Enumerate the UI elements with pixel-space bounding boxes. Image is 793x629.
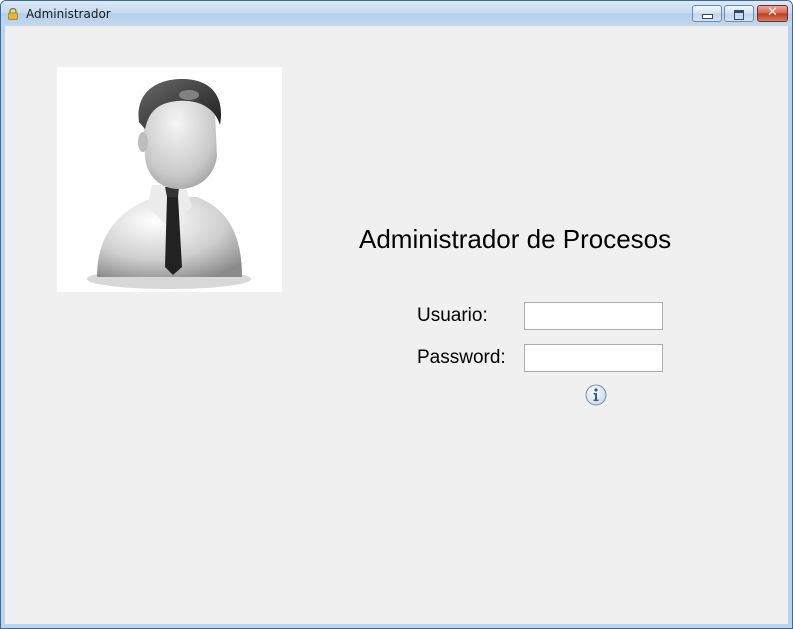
- username-label: Usuario:: [417, 305, 488, 326]
- password-label: Password:: [417, 347, 506, 368]
- info-icon[interactable]: [585, 384, 607, 406]
- username-input[interactable]: [524, 302, 663, 330]
- page-title: Administrador de Procesos: [359, 224, 672, 254]
- window-title: Administrador: [26, 7, 111, 21]
- application-window: Administrador ✕ Administrador de Proceso…: [0, 0, 793, 629]
- close-button[interactable]: ✕: [757, 5, 788, 22]
- password-input[interactable]: [524, 344, 663, 372]
- client-area: Administrador de Procesos Usuario: Passw…: [5, 26, 788, 624]
- minimize-button[interactable]: [692, 5, 722, 22]
- title-bar[interactable]: Administrador ✕: [1, 1, 792, 26]
- maximize-icon: [734, 10, 744, 20]
- maximize-button[interactable]: [724, 5, 754, 22]
- minimize-icon: [702, 14, 713, 19]
- user-avatar-icon: [57, 67, 282, 292]
- lock-icon: [8, 8, 18, 20]
- close-icon: ✕: [767, 5, 778, 20]
